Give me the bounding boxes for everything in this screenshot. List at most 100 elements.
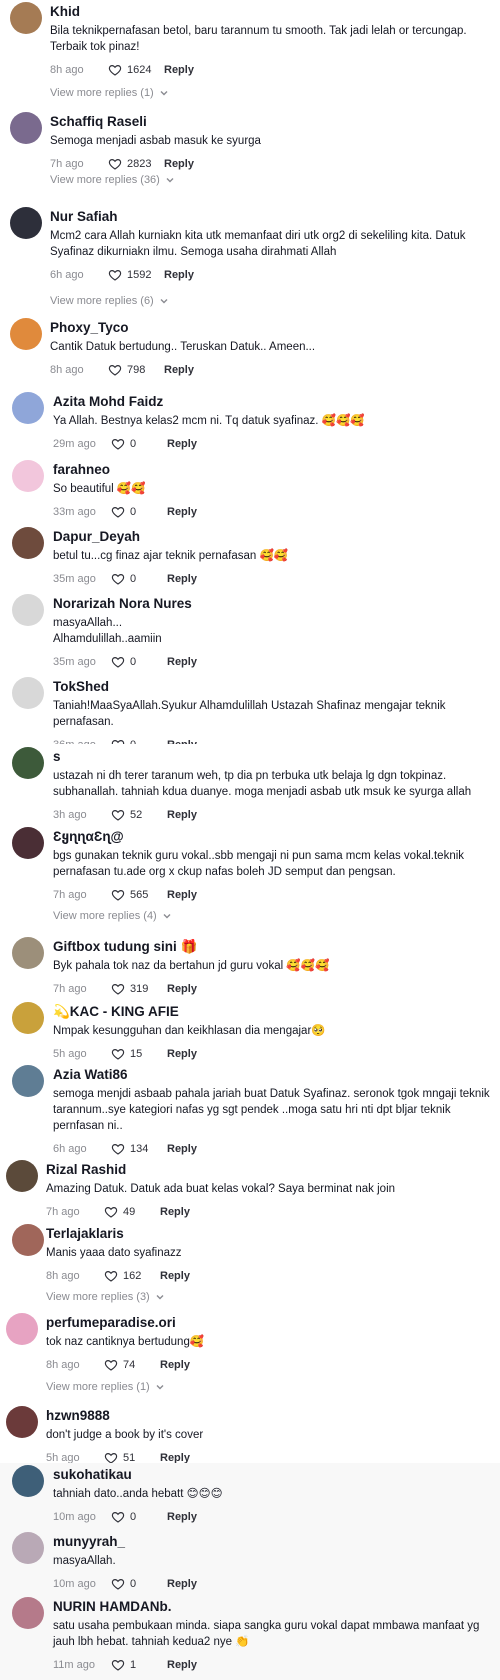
reply-button[interactable]: Reply [167,808,197,822]
comment-username[interactable]: Dapur_Deyah [53,529,140,545]
comment-username[interactable]: perfumeparadise.ori [46,1315,176,1331]
avatar[interactable] [10,2,42,34]
like-button[interactable]: 0 [111,1577,163,1591]
comment-username[interactable]: Azita Mohd Faidz [53,394,163,410]
heart-icon [108,65,122,76]
reply-button[interactable]: Reply [167,888,197,902]
comment-username[interactable]: TokShed [53,679,109,695]
view-more-replies-button[interactable]: View more replies (1) [50,86,169,100]
comment-username[interactable]: hzwn9888 [46,1408,110,1424]
comment-username[interactable]: Khid [50,4,80,20]
like-button[interactable]: 2823 [108,157,160,171]
comment-text: Amazing Datuk. Datuk ada buat kelas voka… [46,1183,396,1195]
comment-username[interactable]: Rizal Rashid [46,1162,126,1178]
reply-button[interactable]: Reply [167,1577,197,1591]
comment-username[interactable]: farahneo [53,462,110,478]
reply-button[interactable]: Reply [167,505,197,519]
comment-username[interactable]: Phoxy_Tyco [50,320,129,336]
avatar[interactable] [12,1002,44,1034]
like-button[interactable]: 49 [104,1205,156,1219]
like-button[interactable]: 0 [111,505,163,519]
reply-button[interactable]: Reply [164,157,194,171]
comment-username[interactable]: Schaffiq Raseli [50,114,147,130]
comment-text: Manis yaaa dato syafinazz [46,1247,182,1259]
comment-username[interactable]: munyyrah_ [53,1534,125,1550]
heart-icon [111,740,125,744]
reply-button[interactable]: Reply [167,1658,197,1672]
like-button[interactable]: 0 [111,437,163,451]
like-button[interactable]: 1 [111,1658,163,1672]
like-button[interactable]: 0 [111,572,163,586]
avatar[interactable] [12,937,44,969]
avatar[interactable] [12,1465,44,1497]
avatar[interactable] [12,747,44,779]
like-button[interactable]: 74 [104,1358,156,1372]
comment-username[interactable]: Norarizah Nora Nures [53,596,192,612]
avatar[interactable] [10,112,42,144]
like-button[interactable]: 134 [111,1142,163,1156]
avatar[interactable] [12,677,44,709]
like-button[interactable]: 798 [108,363,160,377]
reply-button[interactable]: Reply [167,1510,197,1524]
avatar[interactable] [12,460,44,492]
comment-text: So beautiful 🥰🥰 [53,483,146,495]
comment-username[interactable]: s [53,749,61,765]
like-button[interactable]: 52 [111,808,163,822]
comment-feed[interactable]: Khid Bila teknikpernafasan betol, baru ta… [0,0,500,1680]
comment-text: Ya Allah. Bestnya kelas2 mcm ni. Tq datu… [53,415,365,427]
comment-username[interactable]: ƐყɳɳαƐɳ@ [53,829,124,845]
comment-item: TokShed Taniah!MaaSyaAllah.Syukur Alhamdu… [0,675,500,744]
reply-button[interactable]: Reply [160,1358,190,1372]
comment-username[interactable]: Terlajaklaris [46,1226,124,1242]
like-button[interactable]: 162 [104,1269,156,1283]
like-button[interactable]: 0 [111,655,163,669]
avatar[interactable] [6,1160,38,1192]
heart-icon [111,1579,125,1590]
like-button[interactable]: 1592 [108,268,160,282]
avatar[interactable] [6,1406,38,1438]
view-more-replies-button[interactable]: View more replies (36) [50,173,175,187]
reply-button[interactable]: Reply [164,363,194,377]
reply-button[interactable]: Reply [167,1047,197,1061]
reply-button[interactable]: Reply [167,437,197,451]
avatar[interactable] [12,827,44,859]
like-button[interactable]: 0 [111,738,163,744]
comment-text: masyaAllah. [53,1555,116,1567]
reply-button[interactable]: Reply [164,268,194,282]
like-button[interactable]: 0 [111,1510,163,1524]
reply-button[interactable]: Reply [167,572,197,586]
comment-username[interactable]: Nur Safiah [50,209,118,225]
comment-username[interactable]: NURIN HAMDANb. [53,1599,172,1615]
reply-button[interactable]: Reply [164,63,194,77]
reply-button[interactable]: Reply [160,1205,190,1219]
view-more-replies-button[interactable]: View more replies (3) [46,1290,165,1304]
avatar[interactable] [12,1224,44,1256]
like-button[interactable]: 319 [111,982,163,996]
comment-username[interactable]: Giftbox tudung sini 🎁 [53,939,197,955]
avatar[interactable] [12,1597,44,1629]
reply-button[interactable]: Reply [167,1142,197,1156]
avatar[interactable] [12,392,44,424]
like-button[interactable]: 1624 [108,63,160,77]
comment-username[interactable]: Azia Wati86 [53,1067,128,1083]
view-more-replies-label: View more replies (6) [50,295,154,307]
view-more-replies-button[interactable]: View more replies (1) [46,1380,165,1394]
comment-username[interactable]: sukohatikau [53,1467,132,1483]
reply-button[interactable]: Reply [167,738,197,744]
view-more-replies-button[interactable]: View more replies (6) [50,294,169,308]
avatar[interactable] [6,1313,38,1345]
comment-username[interactable]: 💫KAC - KING AFIE [53,1004,179,1020]
avatar[interactable] [12,1065,44,1097]
reply-button[interactable]: Reply [160,1269,190,1283]
avatar[interactable] [10,207,42,239]
avatar[interactable] [10,318,42,350]
like-button[interactable]: 15 [111,1047,163,1061]
view-more-replies-button[interactable]: View more replies (4) [53,909,172,923]
avatar[interactable] [12,1532,44,1564]
comment-meta: 8h ago 74 Reply [46,1358,190,1372]
avatar[interactable] [12,527,44,559]
avatar[interactable] [12,594,44,626]
reply-button[interactable]: Reply [167,982,197,996]
reply-button[interactable]: Reply [167,655,197,669]
like-button[interactable]: 565 [111,888,163,902]
